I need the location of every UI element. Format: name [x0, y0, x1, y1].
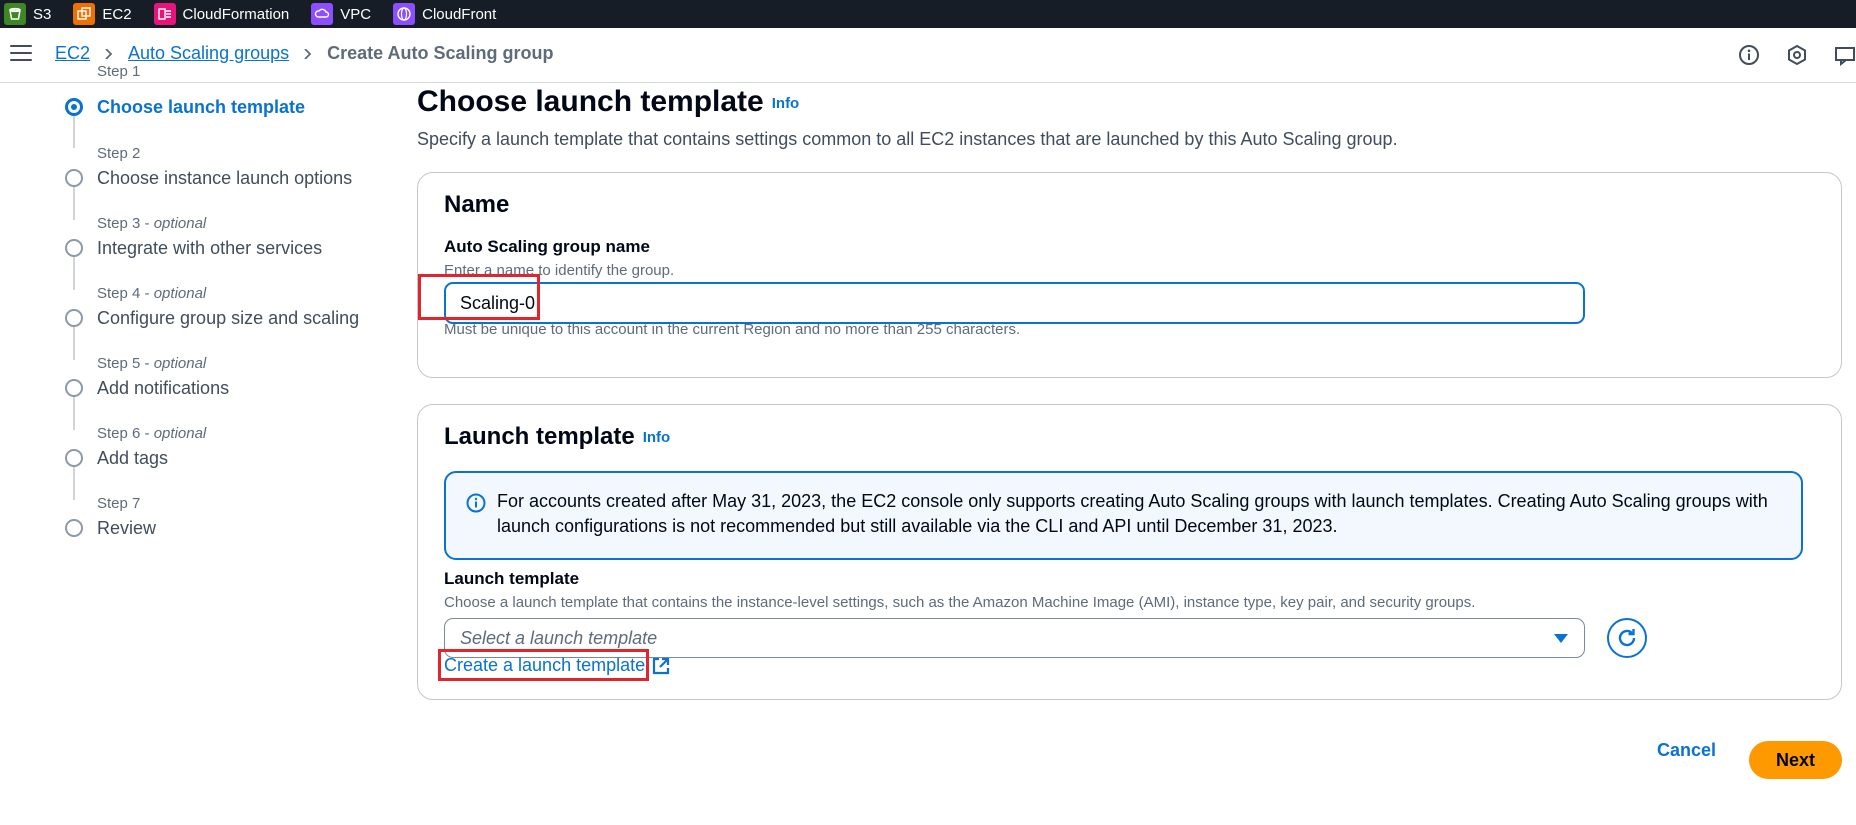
s3-icon: [4, 3, 26, 25]
ec2-icon: [73, 3, 96, 25]
breadcrumb-auto-scaling-link[interactable]: Auto Scaling groups: [128, 43, 289, 64]
launch-template-card: Launch template Info For accounts created…: [417, 404, 1842, 700]
step-indicator: [65, 169, 83, 187]
caret-down-icon: [1554, 634, 1568, 643]
step-label[interactable]: Integrate with other services: [97, 238, 322, 259]
step-label[interactable]: Add tags: [97, 448, 168, 469]
info-link[interactable]: Info: [643, 429, 671, 446]
step-number: Step 5 - optional: [97, 355, 207, 372]
step-label[interactable]: Review: [97, 518, 156, 539]
favorite-s3[interactable]: S3: [4, 3, 51, 25]
select-placeholder: Select a launch template: [460, 628, 658, 648]
favorite-ec2[interactable]: EC2: [73, 3, 132, 25]
name-card: Name Auto Scaling group name Enter a nam…: [417, 172, 1842, 378]
info-circle-icon: [466, 493, 486, 513]
step-number: Step 3 - optional: [97, 215, 207, 232]
refresh-icon: [1618, 629, 1636, 647]
step-indicator: [65, 239, 83, 257]
step-indicator-active: [65, 98, 83, 116]
favorite-label: VPC: [340, 5, 372, 23]
cloudformation-icon: [153, 3, 176, 25]
chevron-right-icon: [105, 48, 113, 59]
step-label[interactable]: Choose launch template: [97, 97, 305, 118]
menu-icon[interactable]: [10, 45, 32, 63]
step-label[interactable]: Choose instance launch options: [97, 168, 352, 189]
create-launch-template-link[interactable]: Create a launch template: [444, 655, 671, 676]
page-description: Specify a launch template that contains …: [417, 129, 1398, 149]
vpc-icon: [311, 3, 334, 25]
launch-template-select[interactable]: Select a launch template: [444, 618, 1585, 658]
step-number: Step 1: [97, 63, 141, 80]
step-indicator: [65, 519, 83, 537]
page-title: Choose launch template Info: [417, 85, 799, 119]
cancel-button[interactable]: Cancel: [1657, 740, 1716, 761]
step-label[interactable]: Add notifications: [97, 378, 229, 399]
top-icons: [1712, 44, 1856, 66]
favorite-label: CloudFormation: [182, 5, 290, 23]
external-link-icon: [653, 657, 670, 674]
step-indicator: [65, 379, 83, 397]
create-launch-template-text: Create a launch template: [444, 655, 646, 675]
launch-template-label: Launch template: [444, 569, 580, 588]
step-number: Step 6 - optional: [97, 425, 207, 442]
breadcrumb-ec2-link[interactable]: EC2: [55, 43, 90, 64]
step-number: Step 7: [97, 495, 141, 512]
cloudfront-icon: [393, 3, 416, 25]
asg-name-label: Auto Scaling group name: [444, 237, 650, 256]
favorite-cloudfront[interactable]: CloudFront: [393, 3, 496, 25]
asg-name-input[interactable]: [444, 282, 1585, 324]
feedback-icon[interactable]: [1834, 44, 1856, 66]
favorite-label: CloudFront: [422, 5, 497, 23]
name-card-heading: Name: [444, 191, 510, 218]
info-icon[interactable]: [1738, 44, 1760, 66]
step-indicator: [65, 449, 83, 467]
next-button[interactable]: Next: [1749, 741, 1842, 779]
refresh-button[interactable]: [1607, 618, 1647, 658]
step-label[interactable]: Configure group size and scaling: [97, 308, 359, 329]
breadcrumb-current: Create Auto Scaling group: [327, 43, 554, 63]
page-title-text: Choose launch template: [417, 85, 764, 118]
launch-template-description: Choose a launch template that contains t…: [444, 594, 1476, 611]
breadcrumb-bar: EC2 Auto Scaling groups Create Auto Scal…: [0, 28, 1856, 83]
step-number: Step 4 - optional: [97, 285, 207, 302]
launch-template-heading-text: Launch template: [444, 423, 635, 450]
chevron-right-icon: [304, 48, 312, 59]
alert-text: For accounts created after May 31, 2023,…: [497, 491, 1768, 536]
favorites-bar: S3 EC2 CloudFormation VPC CloudFront: [0, 0, 1856, 28]
launch-template-heading: Launch template Info: [444, 423, 670, 451]
favorite-cloudformation[interactable]: CloudFormation: [153, 3, 290, 25]
breadcrumb: EC2 Auto Scaling groups Create Auto Scal…: [55, 43, 553, 64]
info-alert: For accounts created after May 31, 2023,…: [444, 471, 1803, 560]
step-indicator: [65, 309, 83, 327]
favorite-label: EC2: [102, 5, 132, 23]
info-link[interactable]: Info: [772, 95, 800, 112]
asg-name-description: Enter a name to identify the group.: [444, 262, 675, 279]
favorite-vpc[interactable]: VPC: [311, 3, 371, 25]
asg-name-constraint: Must be unique to this account in the cu…: [444, 321, 1021, 338]
settings-icon[interactable]: [1786, 44, 1808, 66]
step-number: Step 2: [97, 145, 141, 162]
favorite-label: S3: [33, 5, 52, 23]
